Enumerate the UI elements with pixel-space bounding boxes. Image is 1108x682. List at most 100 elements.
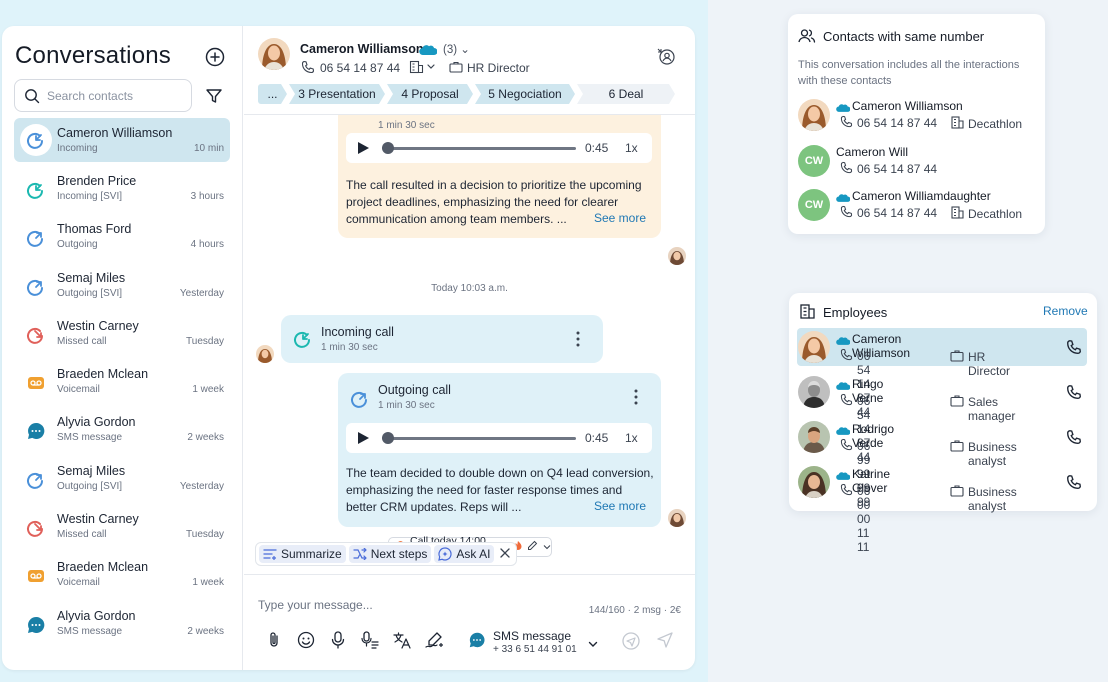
- search-icon: [24, 88, 40, 104]
- call-icon[interactable]: [1066, 339, 1082, 360]
- audio-scrubber[interactable]: [382, 432, 394, 444]
- call-icon[interactable]: [1066, 429, 1082, 450]
- ask-ai-button[interactable]: Ask AI: [434, 545, 495, 563]
- next-steps-icon: [353, 548, 367, 560]
- more-options-icon[interactable]: [634, 389, 638, 405]
- conversation-name: Alyvia Gordon: [57, 415, 136, 430]
- avatar[interactable]: [798, 421, 830, 453]
- conversation-name: Semaj Miles: [57, 463, 126, 478]
- conversation-item[interactable]: Braeden Mclean Voicemail 1 week: [14, 552, 230, 600]
- avatar[interactable]: CW: [798, 145, 830, 177]
- chevron-down-icon[interactable]: [543, 541, 551, 553]
- call-duration: 1 min 30 sec: [378, 120, 435, 131]
- avatar[interactable]: [258, 38, 290, 70]
- conversation-item[interactable]: Semaj Miles Outgoing [SVI] Yesterday: [14, 456, 230, 504]
- conversation-time: 3 hours: [190, 191, 224, 202]
- assign-user-icon[interactable]: [656, 46, 676, 66]
- conversation-item[interactable]: Alyvia Gordon SMS message 2 weeks: [14, 601, 230, 649]
- audio-track[interactable]: [382, 437, 576, 440]
- remove-button[interactable]: Remove: [1043, 304, 1088, 318]
- conversation-type: SMS message: [57, 432, 123, 444]
- missed-call-icon: [24, 323, 48, 347]
- conversation-type: Voicemail: [57, 384, 100, 396]
- avatar[interactable]: [798, 331, 830, 363]
- phone-icon: [840, 161, 853, 179]
- more-options-icon[interactable]: [576, 331, 580, 347]
- incoming-call-icon: [20, 124, 52, 156]
- send-icon[interactable]: [656, 631, 674, 654]
- pipeline-stage[interactable]: 4 Proposal: [387, 84, 473, 104]
- conversation-item[interactable]: Braeden Mclean Voicemail 1 week: [14, 359, 230, 407]
- contact-name[interactable]: Cameron Williamdaughter: [852, 189, 991, 203]
- voice-transcribe-icon[interactable]: [360, 630, 380, 650]
- call-icon[interactable]: [1066, 384, 1082, 405]
- conversation-item[interactable]: Semaj Miles Outgoing [SVI] Yesterday: [14, 263, 230, 311]
- see-more-link[interactable]: See more: [594, 211, 646, 225]
- signature-icon[interactable]: [424, 630, 444, 650]
- contact-company: Decathlon: [968, 117, 1023, 131]
- briefcase-icon: [950, 394, 964, 412]
- contacts-same-number-panel: Contacts with same number This conversat…: [788, 14, 1045, 234]
- conversation-name: Westin Carney: [57, 318, 139, 333]
- employee-role: Business analyst: [968, 485, 1017, 513]
- emoji-icon[interactable]: [296, 630, 316, 650]
- play-icon[interactable]: [356, 431, 370, 450]
- pipeline-stage[interactable]: 3 Presentation: [289, 84, 385, 104]
- message-input[interactable]: [258, 596, 508, 614]
- contact-name[interactable]: Cameron Williamson: [300, 42, 424, 56]
- playback-speed[interactable]: 1x: [625, 141, 638, 155]
- audio-scrubber[interactable]: [382, 142, 394, 154]
- conversation-item[interactable]: Westin Carney Missed call Tuesday: [14, 311, 230, 359]
- conversation-item[interactable]: Cameron Williamson Incoming 10 min: [14, 118, 230, 162]
- new-conversation-icon[interactable]: [204, 46, 226, 68]
- conversation-name: Semaj Miles: [57, 270, 126, 285]
- next-steps-button[interactable]: Next steps: [348, 545, 432, 563]
- conversation-item[interactable]: Westin Carney Missed call Tuesday: [14, 504, 230, 552]
- briefcase-icon: [449, 60, 463, 79]
- summarize-button[interactable]: Summarize: [259, 545, 346, 563]
- contact-phone: 06 54 14 87 44: [857, 116, 938, 130]
- avatar[interactable]: CW: [798, 189, 830, 221]
- schedule-send-icon[interactable]: [620, 630, 642, 657]
- panel-title: Contacts with same number: [823, 29, 985, 44]
- audio-track[interactable]: [382, 147, 576, 150]
- conversation-type: Outgoing [SVI]: [57, 480, 123, 492]
- contact-name[interactable]: Cameron Will: [836, 145, 908, 159]
- conversation-item[interactable]: Alyvia Gordon SMS message 2 weeks: [14, 407, 230, 455]
- contact-phone: 06 54 14 87 44: [320, 61, 401, 75]
- avatar[interactable]: [798, 99, 830, 131]
- pipeline-stage[interactable]: 5 Negociation: [475, 84, 575, 104]
- conversation-time: Tuesday: [186, 335, 224, 347]
- see-more-link[interactable]: See more: [594, 499, 646, 513]
- composer-toolbar: [264, 630, 456, 650]
- translate-icon[interactable]: [392, 630, 412, 650]
- search-input[interactable]: [47, 87, 187, 105]
- ask-ai-icon: [438, 547, 452, 561]
- close-icon[interactable]: [500, 545, 511, 563]
- conversation-item[interactable]: Brenden Price Incoming [SVI] 3 hours: [14, 166, 230, 214]
- channel-selector[interactable]: SMS message + 33 6 51 44 91 01: [468, 627, 600, 655]
- conversation-time: 2 weeks: [187, 432, 224, 444]
- conversation-name: Westin Carney: [57, 512, 139, 527]
- edit-icon[interactable]: [527, 540, 538, 554]
- call-icon[interactable]: [1066, 474, 1082, 495]
- chat-thread: 1 min 30 sec 0:45 1x The call resulted i…: [244, 115, 695, 573]
- avatar[interactable]: [798, 376, 830, 408]
- play-icon[interactable]: [356, 141, 370, 160]
- contact-name[interactable]: Cameron Williamson: [852, 99, 963, 113]
- filter-icon[interactable]: [205, 87, 223, 105]
- outgoing-call-icon: [24, 468, 48, 492]
- avatar: [668, 247, 686, 265]
- pipeline-stage[interactable]: 6 Deal: [577, 84, 675, 104]
- avatar[interactable]: [798, 466, 830, 498]
- contact-count[interactable]: (3) ⌄: [443, 42, 470, 56]
- attachment-icon[interactable]: [264, 630, 284, 650]
- playback-speed[interactable]: 1x: [625, 431, 638, 445]
- conversation-name: Alyvia Gordon: [57, 608, 136, 623]
- pipeline-stage[interactable]: ...: [258, 84, 287, 104]
- microphone-icon[interactable]: [328, 630, 348, 650]
- company-icon[interactable]: [409, 60, 437, 79]
- contact-phone: 06 54 14 87 44: [857, 206, 938, 220]
- conversation-item[interactable]: Thomas Ford Outgoing 4 hours: [14, 214, 230, 262]
- incoming-call-bubble[interactable]: Incoming call 1 min 30 sec: [281, 315, 603, 363]
